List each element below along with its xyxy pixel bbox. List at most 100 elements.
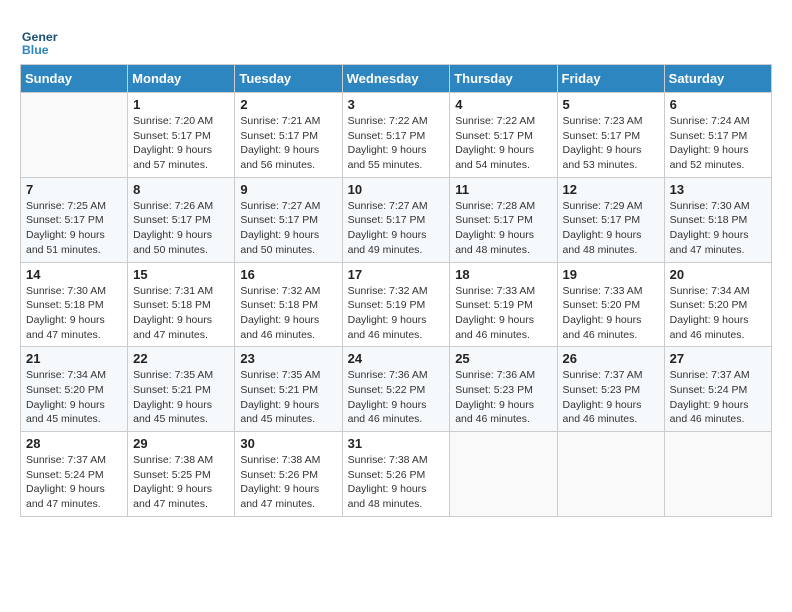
day-number: 24 bbox=[348, 351, 445, 366]
day-number: 4 bbox=[455, 97, 551, 112]
header-thursday: Thursday bbox=[450, 65, 557, 93]
header-sunday: Sunday bbox=[21, 65, 128, 93]
calendar-cell: 17 Sunrise: 7:32 AM Sunset: 5:19 PM Dayli… bbox=[342, 262, 450, 347]
day-number: 20 bbox=[670, 267, 766, 282]
calendar-week-row: 28 Sunrise: 7:37 AM Sunset: 5:24 PM Dayli… bbox=[21, 432, 772, 517]
day-info: Sunrise: 7:37 AM Sunset: 5:24 PM Dayligh… bbox=[670, 368, 766, 427]
day-number: 2 bbox=[240, 97, 336, 112]
day-info: Sunrise: 7:38 AM Sunset: 5:26 PM Dayligh… bbox=[240, 453, 336, 512]
calendar-cell: 19 Sunrise: 7:33 AM Sunset: 5:20 PM Dayli… bbox=[557, 262, 664, 347]
calendar-cell: 2 Sunrise: 7:21 AM Sunset: 5:17 PM Daylig… bbox=[235, 93, 342, 178]
day-number: 22 bbox=[133, 351, 229, 366]
day-number: 11 bbox=[455, 182, 551, 197]
day-number: 14 bbox=[26, 267, 122, 282]
calendar-cell: 28 Sunrise: 7:37 AM Sunset: 5:24 PM Dayli… bbox=[21, 432, 128, 517]
day-info: Sunrise: 7:34 AM Sunset: 5:20 PM Dayligh… bbox=[670, 284, 766, 343]
calendar-cell: 25 Sunrise: 7:36 AM Sunset: 5:23 PM Dayli… bbox=[450, 347, 557, 432]
svg-text:Blue: Blue bbox=[22, 43, 49, 57]
day-info: Sunrise: 7:38 AM Sunset: 5:26 PM Dayligh… bbox=[348, 453, 445, 512]
day-number: 21 bbox=[26, 351, 122, 366]
calendar-cell: 22 Sunrise: 7:35 AM Sunset: 5:21 PM Dayli… bbox=[128, 347, 235, 432]
day-number: 26 bbox=[563, 351, 659, 366]
day-number: 29 bbox=[133, 436, 229, 451]
day-number: 19 bbox=[563, 267, 659, 282]
calendar-week-row: 7 Sunrise: 7:25 AM Sunset: 5:17 PM Daylig… bbox=[21, 177, 772, 262]
day-info: Sunrise: 7:36 AM Sunset: 5:23 PM Dayligh… bbox=[455, 368, 551, 427]
header-wednesday: Wednesday bbox=[342, 65, 450, 93]
calendar-cell: 24Sunrise: 7:36 AM Sunset: 5:22 PM Dayli… bbox=[342, 347, 450, 432]
day-number: 12 bbox=[563, 182, 659, 197]
calendar-cell bbox=[557, 432, 664, 517]
day-number: 28 bbox=[26, 436, 122, 451]
calendar-cell: 20 Sunrise: 7:34 AM Sunset: 5:20 PM Dayli… bbox=[664, 262, 771, 347]
calendar: SundayMondayTuesdayWednesdayThursdayFrid… bbox=[20, 64, 772, 517]
calendar-cell: 3Sunrise: 7:22 AM Sunset: 5:17 PM Daylig… bbox=[342, 93, 450, 178]
day-number: 16 bbox=[240, 267, 336, 282]
day-info: Sunrise: 7:23 AM Sunset: 5:17 PM Dayligh… bbox=[563, 114, 659, 173]
day-number: 15 bbox=[133, 267, 229, 282]
day-number: 13 bbox=[670, 182, 766, 197]
day-info: Sunrise: 7:32 AM Sunset: 5:18 PM Dayligh… bbox=[240, 284, 336, 343]
day-info: Sunrise: 7:34 AM Sunset: 5:20 PM Dayligh… bbox=[26, 368, 122, 427]
calendar-cell: 16 Sunrise: 7:32 AM Sunset: 5:18 PM Dayli… bbox=[235, 262, 342, 347]
day-number: 5 bbox=[563, 97, 659, 112]
header-monday: Monday bbox=[128, 65, 235, 93]
day-info: Sunrise: 7:22 AM Sunset: 5:17 PM Dayligh… bbox=[455, 114, 551, 173]
day-info: Sunrise: 7:27 AM Sunset: 5:17 PM Dayligh… bbox=[240, 199, 336, 258]
calendar-week-row: 1 Sunrise: 7:20 AM Sunset: 5:17 PM Daylig… bbox=[21, 93, 772, 178]
day-number: 27 bbox=[670, 351, 766, 366]
day-number: 7 bbox=[26, 182, 122, 197]
calendar-cell: 23 Sunrise: 7:35 AM Sunset: 5:21 PM Dayli… bbox=[235, 347, 342, 432]
calendar-cell: 11 Sunrise: 7:28 AM Sunset: 5:17 PM Dayli… bbox=[450, 177, 557, 262]
day-info: Sunrise: 7:29 AM Sunset: 5:17 PM Dayligh… bbox=[563, 199, 659, 258]
calendar-cell: 13 Sunrise: 7:30 AM Sunset: 5:18 PM Dayli… bbox=[664, 177, 771, 262]
day-info: Sunrise: 7:20 AM Sunset: 5:17 PM Dayligh… bbox=[133, 114, 229, 173]
day-number: 8 bbox=[133, 182, 229, 197]
calendar-cell bbox=[664, 432, 771, 517]
calendar-cell: 12 Sunrise: 7:29 AM Sunset: 5:17 PM Dayli… bbox=[557, 177, 664, 262]
day-info: Sunrise: 7:27 AM Sunset: 5:17 PM Dayligh… bbox=[348, 199, 445, 258]
calendar-cell: 10Sunrise: 7:27 AM Sunset: 5:17 PM Dayli… bbox=[342, 177, 450, 262]
day-number: 3 bbox=[348, 97, 445, 112]
day-info: Sunrise: 7:37 AM Sunset: 5:24 PM Dayligh… bbox=[26, 453, 122, 512]
calendar-cell: 6 Sunrise: 7:24 AM Sunset: 5:17 PM Daylig… bbox=[664, 93, 771, 178]
day-info: Sunrise: 7:24 AM Sunset: 5:17 PM Dayligh… bbox=[670, 114, 766, 173]
day-number: 23 bbox=[240, 351, 336, 366]
calendar-cell: 4 Sunrise: 7:22 AM Sunset: 5:17 PM Daylig… bbox=[450, 93, 557, 178]
day-info: Sunrise: 7:38 AM Sunset: 5:25 PM Dayligh… bbox=[133, 453, 229, 512]
calendar-cell: 21 Sunrise: 7:34 AM Sunset: 5:20 PM Dayli… bbox=[21, 347, 128, 432]
header: General Blue bbox=[20, 20, 772, 58]
day-info: Sunrise: 7:28 AM Sunset: 5:17 PM Dayligh… bbox=[455, 199, 551, 258]
calendar-cell: 15 Sunrise: 7:31 AM Sunset: 5:18 PM Dayli… bbox=[128, 262, 235, 347]
day-number: 18 bbox=[455, 267, 551, 282]
day-info: Sunrise: 7:35 AM Sunset: 5:21 PM Dayligh… bbox=[240, 368, 336, 427]
calendar-cell: 18 Sunrise: 7:33 AM Sunset: 5:19 PM Dayli… bbox=[450, 262, 557, 347]
day-number: 9 bbox=[240, 182, 336, 197]
day-info: Sunrise: 7:21 AM Sunset: 5:17 PM Dayligh… bbox=[240, 114, 336, 173]
header-tuesday: Tuesday bbox=[235, 65, 342, 93]
day-info: Sunrise: 7:33 AM Sunset: 5:20 PM Dayligh… bbox=[563, 284, 659, 343]
calendar-week-row: 21 Sunrise: 7:34 AM Sunset: 5:20 PM Dayli… bbox=[21, 347, 772, 432]
day-info: Sunrise: 7:32 AM Sunset: 5:19 PM Dayligh… bbox=[348, 284, 445, 343]
calendar-cell: 26Sunrise: 7:37 AM Sunset: 5:23 PM Dayli… bbox=[557, 347, 664, 432]
header-saturday: Saturday bbox=[664, 65, 771, 93]
calendar-week-row: 14Sunrise: 7:30 AM Sunset: 5:18 PM Dayli… bbox=[21, 262, 772, 347]
calendar-header-row: SundayMondayTuesdayWednesdayThursdayFrid… bbox=[21, 65, 772, 93]
day-number: 25 bbox=[455, 351, 551, 366]
day-info: Sunrise: 7:25 AM Sunset: 5:17 PM Dayligh… bbox=[26, 199, 122, 258]
calendar-cell: 27 Sunrise: 7:37 AM Sunset: 5:24 PM Dayli… bbox=[664, 347, 771, 432]
day-info: Sunrise: 7:31 AM Sunset: 5:18 PM Dayligh… bbox=[133, 284, 229, 343]
day-info: Sunrise: 7:26 AM Sunset: 5:17 PM Dayligh… bbox=[133, 199, 229, 258]
day-info: Sunrise: 7:30 AM Sunset: 5:18 PM Dayligh… bbox=[670, 199, 766, 258]
day-number: 6 bbox=[670, 97, 766, 112]
day-number: 30 bbox=[240, 436, 336, 451]
calendar-cell: 1 Sunrise: 7:20 AM Sunset: 5:17 PM Daylig… bbox=[128, 93, 235, 178]
calendar-cell bbox=[450, 432, 557, 517]
calendar-cell: 7 Sunrise: 7:25 AM Sunset: 5:17 PM Daylig… bbox=[21, 177, 128, 262]
day-number: 17 bbox=[348, 267, 445, 282]
day-info: Sunrise: 7:35 AM Sunset: 5:21 PM Dayligh… bbox=[133, 368, 229, 427]
day-info: Sunrise: 7:33 AM Sunset: 5:19 PM Dayligh… bbox=[455, 284, 551, 343]
header-friday: Friday bbox=[557, 65, 664, 93]
day-number: 31 bbox=[348, 436, 445, 451]
day-number: 1 bbox=[133, 97, 229, 112]
